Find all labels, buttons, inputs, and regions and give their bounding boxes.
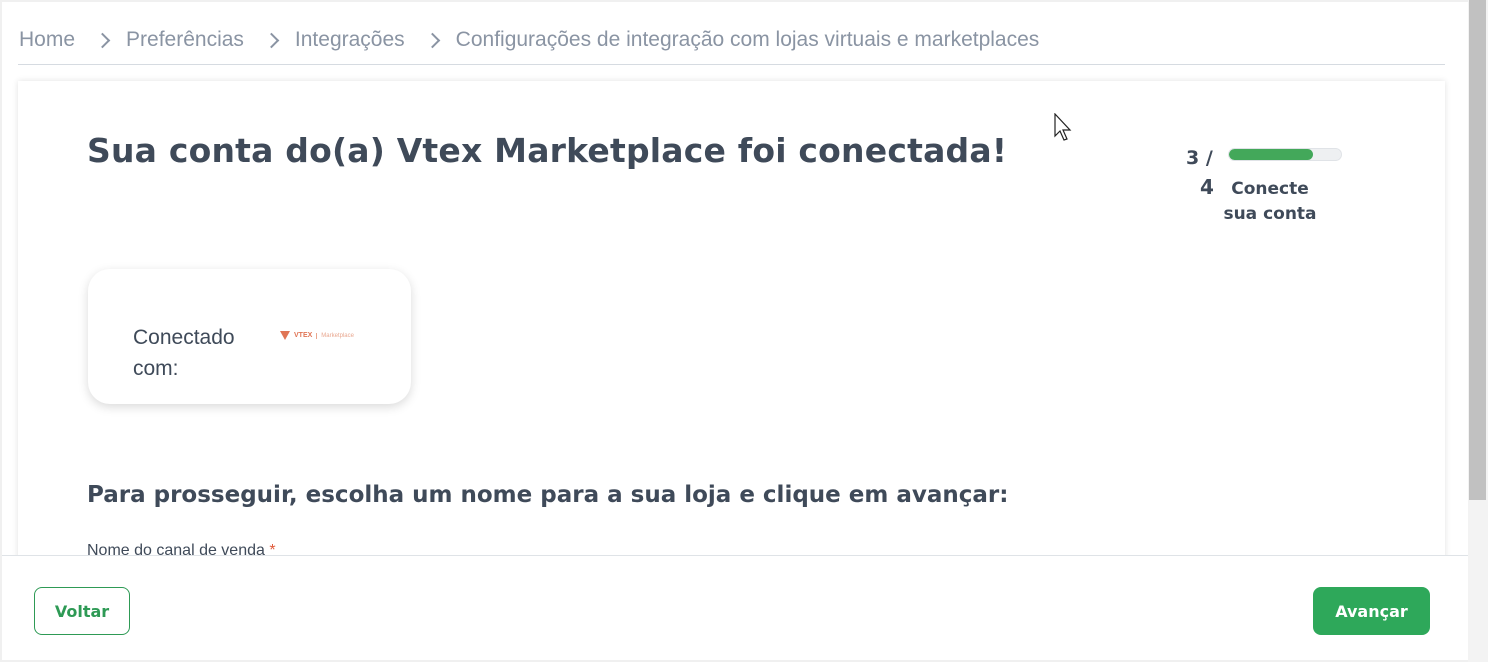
step-progress-bar — [1228, 148, 1342, 161]
vtex-logo-icon — [280, 331, 290, 340]
vtex-marketplace-logo: VTEX Marketplace — [280, 331, 354, 340]
step-current: 3 / — [1186, 147, 1213, 169]
breadcrumb: Home Preferências Integrações Configuraç… — [19, 26, 1039, 54]
breadcrumb-current: Configurações de integração com lojas vi… — [455, 28, 1040, 51]
main-card: Sua conta do(a) Vtex Marketplace foi con… — [18, 81, 1445, 581]
step-label: Conecte sua conta — [1223, 179, 1317, 224]
connection-card: Conectado com: VTEX Marketplace — [88, 269, 411, 404]
back-button[interactable]: Voltar — [34, 587, 130, 635]
vertical-scrollbar[interactable] — [1468, 0, 1488, 662]
section-title: Para prosseguir, escolha um nome para a … — [87, 482, 1009, 508]
breadcrumb-integracoes[interactable]: Integrações — [295, 28, 405, 52]
chevron-right-icon — [424, 32, 440, 48]
mouse-cursor-icon — [1054, 113, 1072, 141]
step-total: 4 — [1200, 175, 1214, 199]
step-progress-fill — [1229, 149, 1313, 160]
logo-text: VTEX — [294, 332, 313, 339]
footer-bar: Voltar Avançar — [2, 555, 1468, 660]
app-frame: Home Preferências Integrações Configuraç… — [2, 2, 1468, 660]
chevron-right-icon — [94, 32, 111, 48]
page-title: Sua conta do(a) Vtex Marketplace foi con… — [87, 131, 1008, 170]
step-indicator: 3 / 4 Conecte sua conta — [1186, 147, 1346, 227]
connection-label: Conectado com: — [133, 326, 235, 380]
breadcrumb-preferencias[interactable]: Preferências — [126, 28, 244, 52]
breadcrumb-divider — [18, 64, 1445, 65]
next-button[interactable]: Avançar — [1313, 587, 1430, 635]
chevron-right-icon — [263, 32, 280, 48]
breadcrumb-home[interactable]: Home — [19, 28, 75, 52]
scrollbar-thumb[interactable] — [1469, 0, 1486, 500]
logo-sub: Marketplace — [316, 332, 354, 339]
